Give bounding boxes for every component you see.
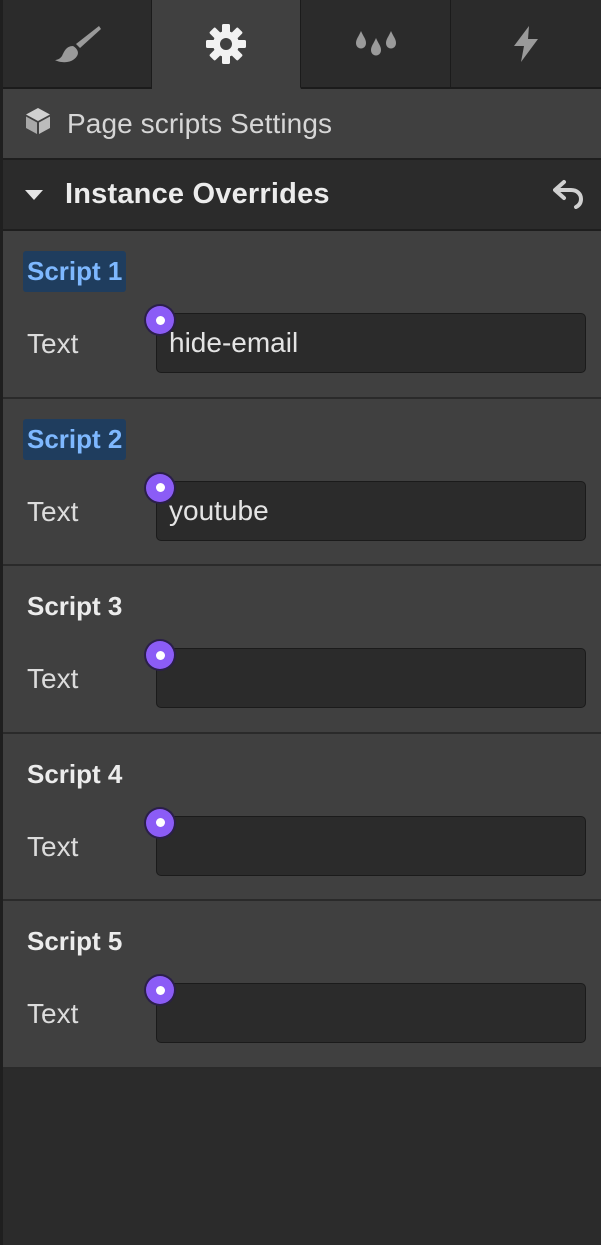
text-field-label: Text [27, 830, 79, 862]
script-item: Script 4 Text [3, 733, 601, 901]
panel-tab-bar [3, 0, 601, 89]
caret-down-icon[interactable] [25, 189, 43, 200]
script-label: Script 1 [23, 251, 127, 292]
script-2-text-input[interactable]: youtube [156, 480, 586, 541]
tab-interactions[interactable] [301, 0, 451, 89]
undo-icon [553, 179, 585, 214]
panel-title: Page scripts Settings [67, 107, 333, 139]
drops-icon [353, 27, 399, 61]
section-header-instance-overrides[interactable]: Instance Overrides [3, 160, 601, 231]
empty-panel-area [3, 1069, 601, 1245]
binding-dot-icon[interactable] [146, 306, 174, 334]
paintbrush-icon [52, 24, 102, 64]
panel-title-row: Page scripts Settings [3, 89, 601, 160]
gear-icon [205, 23, 247, 65]
script-label: Script 4 [27, 758, 123, 789]
script-list: Script 1 Text hide-email Script 2 Text y… [3, 231, 601, 1069]
cube-icon [25, 107, 51, 140]
tab-style[interactable] [3, 0, 152, 89]
binding-dot-icon[interactable] [146, 808, 174, 837]
tab-lightning[interactable] [451, 0, 601, 89]
text-field-label: Text [27, 328, 79, 359]
reset-button[interactable] [551, 178, 587, 214]
script-label: Script 3 [27, 591, 123, 621]
text-field-label: Text [27, 663, 79, 694]
script-item: Script 3 Text [3, 566, 601, 734]
script-1-text-input[interactable]: hide-email [156, 313, 586, 373]
script-item: Script 1 Text hide-email [3, 231, 601, 399]
lightning-icon [511, 25, 541, 63]
script-5-text-input[interactable] [156, 983, 586, 1043]
text-field-label: Text [27, 495, 79, 527]
script-label: Script 2 [23, 418, 127, 460]
script-4-text-input[interactable] [156, 815, 586, 876]
text-field-label: Text [27, 998, 79, 1029]
script-item: Script 5 Text [3, 901, 601, 1069]
script-item: Script 2 Text youtube [3, 398, 601, 566]
script-3-text-input[interactable] [156, 648, 586, 708]
script-label: Script 5 [27, 926, 123, 956]
settings-panel: Page scripts Settings Instance Overrides… [0, 0, 601, 1245]
binding-dot-icon[interactable] [146, 641, 174, 669]
section-title: Instance Overrides [65, 178, 330, 210]
binding-dot-icon[interactable] [146, 976, 174, 1004]
binding-dot-icon[interactable] [146, 473, 174, 502]
tab-settings[interactable] [152, 0, 301, 89]
